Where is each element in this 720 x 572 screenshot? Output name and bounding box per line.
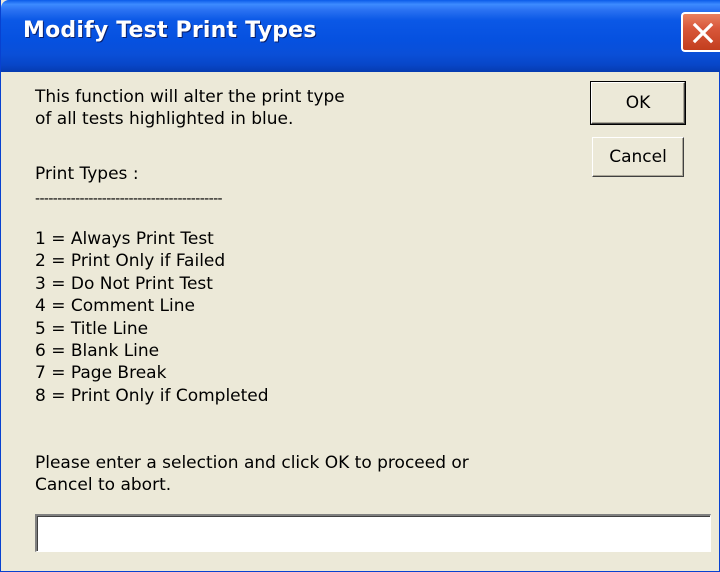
print-type-item: 1 = Always Print Test [35,229,214,249]
print-type-item: 7 = Page Break [35,363,167,384]
print-type-item: 2 = Print Only if Failed [35,251,226,272]
window-title: Modify Test Print Types [23,18,317,43]
instruction-line-2: Cancel to abort. [35,475,172,495]
description-line-2: of all tests highlighted in blue. [35,109,294,129]
close-button[interactable] [681,12,720,52]
print-type-item: 8 = Print Only if Completed [35,385,269,406]
print-type-item: 4 = Comment Line [35,296,195,317]
title-bar[interactable]: Modify Test Print Types [1,0,720,72]
close-icon [692,22,714,44]
cancel-button[interactable]: Cancel [592,137,684,177]
description-line-1: This function will alter the print type [35,87,345,107]
instruction-line-1: Please enter a selection and click OK to… [35,453,469,473]
dialog-window: Modify Test Print Types This function wi… [0,0,720,572]
ok-button[interactable]: OK [590,81,686,125]
print-type-item: 3 = Do Not Print Test [35,273,213,294]
print-types-heading: Print Types : [35,164,139,184]
print-types-list: 1 = Always Print Test 2 = Print Only if … [35,228,269,407]
print-type-item: 6 = Blank Line [35,340,160,361]
selection-input[interactable] [35,514,711,552]
separator-line: ----------------------------------------… [35,191,223,207]
print-type-item: 5 = Title Line [35,318,149,339]
